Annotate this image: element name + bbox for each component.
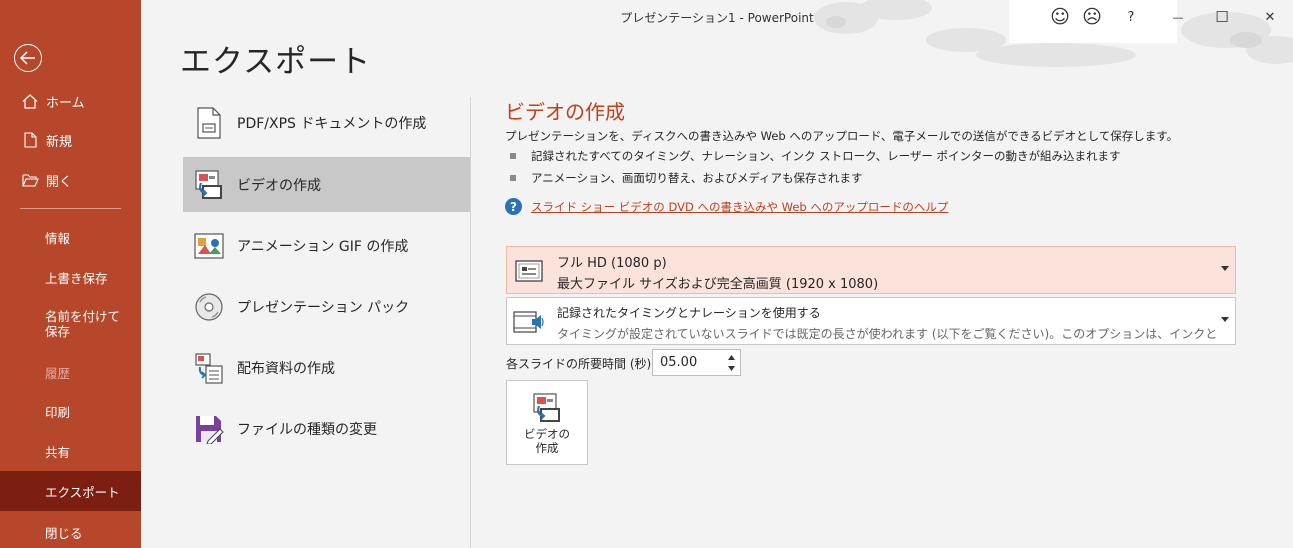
section-title: ビデオの作成 [505,100,625,124]
bullet-item: アニメーション、画面切り替え、およびメディアも保存されます [510,170,863,186]
option-animated-gif[interactable]: アニメーション GIF の作成 [183,218,470,273]
nav-item-label: 新規 [46,134,73,150]
minimize-button[interactable]: — [1163,4,1193,30]
option-create-video[interactable]: ビデオの作成 [183,157,470,212]
nav-item-label: 上書き保存 [45,270,108,286]
nav-item-label: 履歴 [45,365,71,381]
help-row: ? スライド ショー ビデオの DVD への書き込みや Web へのアップロード… [505,198,948,215]
bullet-icon [510,153,516,159]
column-divider [470,97,471,548]
timing-subtitle: タイミングが設定されていないスライドでは既定の長さが使われます (以下をご覧くだ… [557,327,1217,341]
video-icon [187,165,231,205]
gif-image-icon [187,226,231,266]
title-bar: プレゼンテーション1 - PowerPoint ☺ ☹ ? — ☐ ✕ [141,0,1293,67]
section-description: プレゼンテーションを、ディスクへの書き込みや Web へのアップロード、電子メー… [505,129,1179,143]
option-label: 配布資料の作成 [237,360,335,377]
close-button[interactable]: ✕ [1255,4,1285,30]
nav-item-new[interactable]: 新規 [0,122,141,158]
nav-item-close[interactable]: 閉じる [0,521,141,543]
frown-icon: ☹ [1082,6,1102,28]
bullet-text: アニメーション、画面切り替え、およびメディアも保存されます [531,171,863,185]
nav-item-share[interactable]: 共有 [0,440,141,462]
option-label: ビデオの作成 [237,177,321,194]
cd-package-icon [187,287,231,327]
open-folder-icon [20,173,40,187]
pdf-document-icon [187,103,231,143]
duration-label: 各スライドの所要時間 (秒): [506,357,656,371]
timing-dropdown[interactable]: 記録されたタイミングとナレーションを使用する タイミングが設定されていないスライ… [506,297,1236,345]
option-label: プレゼンテーション パック [237,299,410,316]
quality-subtitle: 最大ファイル サイズおよび完全高画質 (1920 x 1080) [557,277,879,292]
option-package[interactable]: プレゼンテーション パック [183,279,470,334]
option-handouts[interactable]: 配布資料の作成 [183,340,470,395]
help-link[interactable]: スライド ショー ビデオの DVD への書き込みや Web へのアップロードのヘ… [531,199,948,215]
back-arrow-icon [20,51,35,65]
bullet-text: 記録されたすべてのタイミング、ナレーション、インク ストローク、レーザー ポイン… [531,149,1121,163]
nav-item-history: 履歴 [0,361,141,383]
nav-item-label: 閉じる [45,525,83,541]
option-change-file-type[interactable]: ファイルの種類の変更 [183,401,470,456]
bullet-icon [510,175,516,181]
option-label: ファイルの種類の変更 [237,421,377,438]
narration-video-icon [513,307,545,337]
create-video-label: ビデオの 作成 [524,427,570,455]
timing-title: 記録されたタイミングとナレーションを使用する [557,306,821,320]
duration-spinner[interactable] [652,349,741,376]
close-icon: ✕ [1264,9,1276,25]
create-video-button[interactable]: ビデオの 作成 [506,380,588,465]
restore-icon: ☐ [1215,8,1229,26]
nav-item-label: 印刷 [45,404,71,420]
quality-dropdown[interactable]: フル HD (1080 p) 最大ファイル サイズおよび完全高画質 (1920 … [506,246,1236,294]
smile-icon: ☺ [1050,6,1070,28]
nav-item-label: エクスポート [45,484,120,500]
nav-divider [20,208,121,209]
backstage-nav: ホーム 新規 開く 情報 上書き保存 名前を付けて保存 履歴 印刷 共有 エクス… [0,0,141,548]
spin-up-button[interactable] [726,352,736,363]
home-icon [20,93,40,109]
chevron-down-icon [727,366,735,371]
nav-item-export[interactable]: エクスポート [0,471,141,511]
back-button[interactable] [14,44,42,72]
help-icon: ? [1127,9,1135,25]
restore-button[interactable]: ☐ [1207,4,1237,30]
smile-feedback-button[interactable]: ☺ [1045,4,1075,30]
nav-item-label: 名前を付けて保存 [45,309,121,339]
chevron-down-icon [1221,266,1229,271]
frown-feedback-button[interactable]: ☹ [1077,4,1107,30]
create-video-label-line2: 作成 [535,441,559,455]
nav-item-label: 共有 [45,444,71,460]
nav-item-home[interactable]: ホーム [0,83,141,119]
page-title: エクスポート [180,44,372,80]
file-type-icon [187,409,231,449]
handout-icon [187,348,231,388]
option-label: アニメーション GIF の作成 [237,238,409,255]
bullet-item: 記録されたすべてのタイミング、ナレーション、インク ストローク、レーザー ポイン… [510,148,1121,164]
quality-title: フル HD (1080 p) [557,256,667,271]
option-label: PDF/XPS ドキュメントの作成 [237,115,427,132]
video-icon [533,393,560,422]
minimize-icon: — [1172,10,1184,24]
create-video-label-line1: ビデオの [524,427,570,441]
nav-item-label: 開く [46,174,73,190]
help-button[interactable]: ? [1116,4,1146,30]
nav-item-label: ホーム [46,95,85,111]
chevron-down-icon [1221,317,1229,322]
nav-item-save-as[interactable]: 名前を付けて保存 [0,307,141,341]
duration-input[interactable] [653,350,725,375]
chevron-up-icon [727,355,735,360]
spin-down-button[interactable] [726,363,736,374]
nav-item-info[interactable]: 情報 [0,226,141,248]
nav-item-open[interactable]: 開く [0,162,141,198]
nav-item-print[interactable]: 印刷 [0,400,141,422]
new-document-icon [20,132,40,148]
nav-item-label: 情報 [45,230,71,246]
question-icon: ? [505,198,522,215]
option-pdf-xps[interactable]: PDF/XPS ドキュメントの作成 [183,95,470,150]
nav-item-save[interactable]: 上書き保存 [0,266,141,288]
presentation-quality-icon [513,256,545,286]
